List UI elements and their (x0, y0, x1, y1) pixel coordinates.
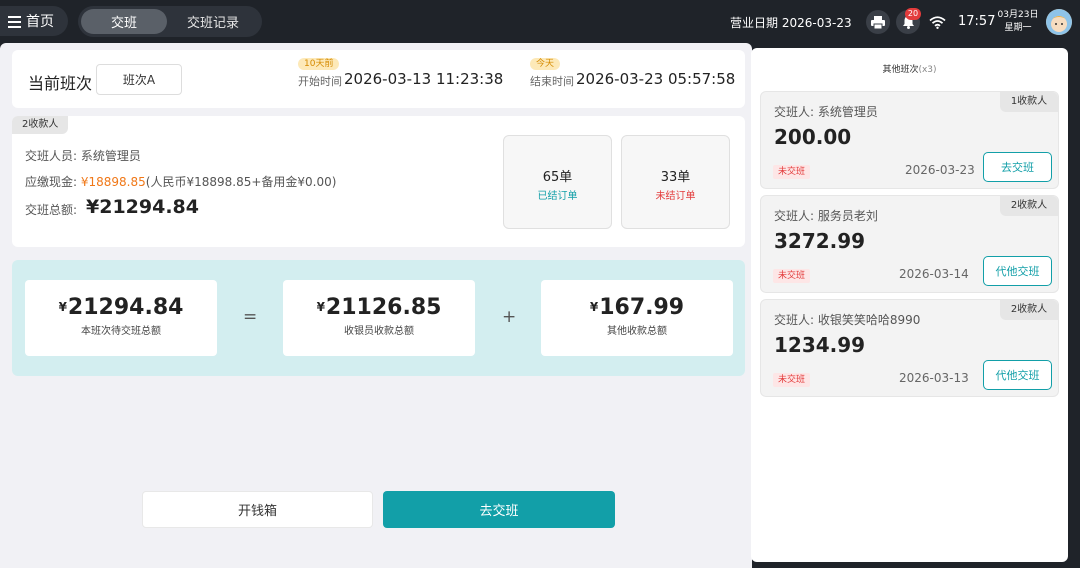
total-label: 交班总额: (25, 203, 78, 217)
status-badge: 未交班 (773, 165, 811, 179)
other-shifts-title: 其他班次(x3) (751, 62, 1068, 75)
tab-handover[interactable]: 交班 (81, 9, 167, 34)
settled-count: 65单 (542, 170, 573, 185)
shift-card-item: 2收款人 交班人: 服务员老刘 3272.99 未交班 2026-03-14 代… (760, 195, 1059, 293)
end-time-value: 2026-03-23 05:57:58 (576, 70, 736, 88)
other-shifts-title-text: 其他班次 (882, 65, 919, 75)
yen-symbol: ¥ (316, 300, 325, 314)
business-date-value: 2026-03-23 (781, 16, 852, 30)
business-date: 营业日期 2026-03-23 (730, 14, 852, 31)
printer-icon[interactable] (866, 10, 890, 34)
settled-label: 已结订单 (537, 191, 578, 202)
end-tag: 今天 (530, 58, 561, 70)
cash-due-detail: (人民币¥18898.85+备用金¥0.00) (145, 175, 337, 189)
cashier-count-tag: 2收款人 (1000, 196, 1058, 216)
cashier-total-amount: 21126.85 (325, 295, 442, 320)
shift-amount: 3272.99 (774, 229, 866, 253)
shift-card-item: 2收款人 交班人: 收银笑笑哈哈8990 1234.99 未交班 2026-03… (760, 299, 1059, 397)
status-badge: 未交班 (773, 269, 811, 283)
tab-group: 交班 交班记录 (78, 6, 262, 37)
shift-person-label: 交班人: (774, 313, 815, 327)
shift-date: 2026-03-14 (899, 267, 969, 281)
start-time-value: 2026-03-13 11:23:38 (344, 70, 504, 88)
other-shifts-count: (x3) (918, 65, 937, 75)
pending-total-amount: 21294.84 (67, 295, 184, 320)
yen-symbol: ¥ (58, 300, 67, 314)
clock-weekday: 星期一 (1004, 23, 1032, 33)
cash-due-label: 应缴现金: (25, 175, 78, 189)
shift-person-name: 系统管理员 (817, 105, 878, 119)
home-button[interactable]: 首页 (0, 6, 68, 36)
handover-for-other-button[interactable]: 代他交班 (983, 256, 1052, 286)
go-handover-button[interactable]: 去交班 (383, 491, 615, 528)
equals-sign: = (243, 307, 258, 327)
status-badge: 未交班 (773, 373, 811, 387)
wifi-icon (925, 10, 949, 34)
settled-orders-box[interactable]: 65单 已结订单 (503, 135, 612, 229)
unsettled-count: 33单 (660, 170, 691, 185)
top-bar: 首页 交班 交班记录 营业日期 2026-03-23 20 17:57 03月2… (0, 0, 1080, 43)
shift-person: 交班人: 收银笑笑哈哈8990 (774, 311, 920, 328)
unsettled-label: 未结订单 (655, 191, 696, 202)
notification-badge: 20 (905, 8, 921, 20)
shift-card-item: 1收款人 交班人: 系统管理员 200.00 未交班 2026-03-23 去交… (760, 91, 1059, 189)
clock-date-short: 03月23日 (997, 10, 1039, 20)
shift-person-label: 交班人: (774, 105, 815, 119)
home-label: 首页 (26, 14, 54, 30)
cashier-count-tag: 1收款人 (1000, 92, 1058, 112)
shift-amount: 200.00 (774, 125, 852, 149)
clock-date: 03月23日 星期一 (997, 9, 1039, 35)
yen-symbol: ¥ (589, 300, 599, 314)
handover-info-card: 2收款人 交班人员: 系统管理员 应缴现金: ¥18898.85(人民币¥188… (12, 116, 745, 247)
cash-due-value: ¥18898.85 (80, 175, 146, 189)
open-cash-drawer-button[interactable]: 开钱箱 (142, 491, 373, 528)
clock-time: 17:57 (958, 14, 996, 29)
handover-for-other-button[interactable]: 代他交班 (983, 360, 1052, 390)
cash-due-row: 应缴现金: ¥18898.85(人民币¥18898.85+备用金¥0.00) (25, 173, 336, 190)
amount-formula: ¥21294.84 本班次待交班总额 = ¥21126.85 收银员收款总额 +… (12, 260, 745, 376)
other-total-amount: 167.99 (599, 295, 685, 320)
end-time-label: 结束时间 (530, 75, 574, 88)
plus-sign: + (502, 307, 517, 327)
shift-date: 2026-03-23 (905, 163, 975, 177)
shift-date: 2026-03-13 (899, 371, 969, 385)
handover-person-value: 系统管理员 (80, 149, 141, 163)
shift-select[interactable]: 班次A (96, 64, 182, 95)
handover-person-row: 交班人员: 系统管理员 (25, 147, 141, 164)
cashier-count-tag: 2收款人 (1000, 300, 1058, 320)
handover-person-label: 交班人员: (25, 149, 78, 163)
shift-person: 交班人: 系统管理员 (774, 103, 878, 120)
avatar[interactable] (1046, 9, 1072, 35)
menu-icon (8, 15, 21, 28)
unsettled-orders-box[interactable]: 33单 未结订单 (621, 135, 730, 229)
other-total-box: ¥167.99 其他收款总额 (541, 280, 733, 356)
cashier-total-desc: 收银员收款总额 (344, 326, 414, 337)
cashier-total-box: ¥21126.85 收银员收款总额 (283, 280, 475, 356)
shift-person-label: 交班人: (774, 209, 815, 223)
start-tag: 10天前 (298, 58, 340, 70)
shift-card: 当前班次 班次A 10天前 开始时间 2026-03-13 11:23:38 今… (12, 50, 745, 108)
other-total-desc: 其他收款总额 (607, 326, 667, 337)
total-value: ¥21294.84 (86, 196, 199, 218)
pending-total-box: ¥21294.84 本班次待交班总额 (25, 280, 217, 356)
start-time-label: 开始时间 (298, 75, 342, 88)
pending-total-desc: 本班次待交班总额 (81, 326, 161, 337)
tab-handover-records[interactable]: 交班记录 (167, 9, 259, 34)
shift-person: 交班人: 服务员老刘 (774, 207, 878, 224)
main-panel: 当前班次 班次A 10天前 开始时间 2026-03-13 11:23:38 今… (0, 43, 752, 568)
business-date-label: 营业日期 (730, 16, 779, 30)
other-shifts-panel: 其他班次(x3) 1收款人 交班人: 系统管理员 200.00 未交班 2026… (751, 48, 1068, 562)
go-handover-button[interactable]: 去交班 (983, 152, 1052, 182)
shift-label: 当前班次 (28, 74, 93, 93)
shift-person-name: 服务员老刘 (817, 209, 878, 223)
shift-amount: 1234.99 (774, 333, 866, 357)
cashier-count-tag: 2收款人 (12, 116, 69, 134)
shift-person-name: 收银笑笑哈哈8990 (817, 313, 921, 327)
